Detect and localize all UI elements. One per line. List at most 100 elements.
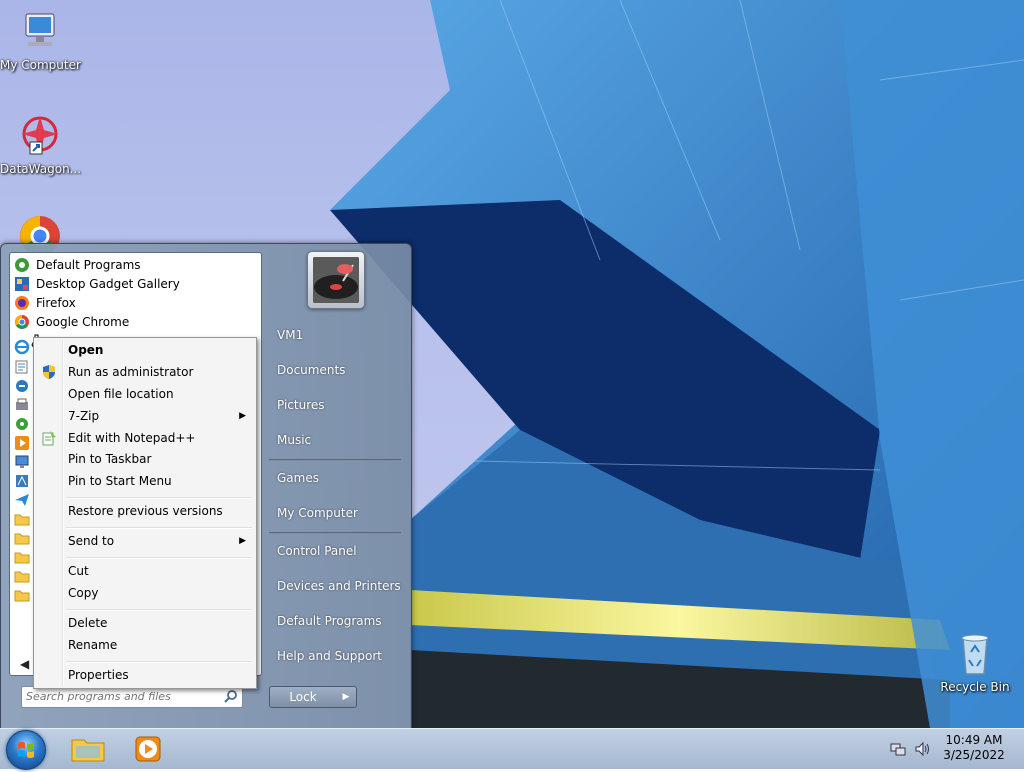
menu-item-label: Rename [68, 638, 118, 652]
separator [269, 532, 401, 534]
menu-separator [66, 527, 252, 529]
internet-explorer-icon[interactable] [14, 339, 30, 355]
start-item-music[interactable]: Music [269, 426, 413, 454]
context-menu: Open Run as administrator Open file loca… [33, 337, 257, 689]
menu-item-label: Run as administrator [68, 365, 194, 379]
menu-item-delete[interactable]: Delete [36, 612, 254, 634]
folder-icon[interactable] [14, 511, 30, 527]
submenu-arrow-icon: ▶ [239, 411, 246, 421]
media-player-icon [135, 736, 161, 762]
program-item-default-programs[interactable]: Default Programs [14, 255, 254, 274]
menu-item-cut[interactable]: Cut [36, 560, 254, 582]
start-item-my-computer[interactable]: My Computer [269, 499, 413, 527]
remote-desktop-icon[interactable] [14, 454, 30, 470]
menu-separator [66, 557, 252, 559]
folder-icon[interactable] [14, 549, 30, 565]
start-item-user[interactable]: VM1 [269, 321, 413, 349]
taskbar-media-player-button[interactable] [122, 732, 174, 766]
windows-update-icon[interactable] [14, 378, 30, 394]
shutdown-options-arrow[interactable]: ▶ [336, 686, 357, 708]
menu-item-restore-versions[interactable]: Restore previous versions [36, 500, 254, 522]
desktop-icon-datawagon[interactable]: DataWagon... [0, 112, 82, 176]
folder-icon[interactable] [14, 587, 30, 603]
menu-separator [66, 609, 252, 611]
media-player-icon[interactable] [14, 435, 30, 451]
folder-icon [71, 739, 105, 762]
menu-item-label: 7-Zip [68, 409, 100, 423]
start-item-control-panel[interactable]: Control Panel [269, 537, 413, 565]
notepad-icon[interactable] [14, 359, 30, 375]
menu-item-label: Properties [68, 668, 129, 682]
desktop-icon-my-computer[interactable]: My Computer [0, 8, 81, 72]
recycle-bin-icon [951, 630, 999, 678]
program-label: Firefox [36, 295, 76, 310]
folder-icon[interactable] [14, 568, 30, 584]
taskbar-explorer-button[interactable] [62, 732, 114, 766]
menu-item-properties[interactable]: Properties [36, 664, 254, 686]
menu-item-open-file-location[interactable]: Open file location [36, 383, 254, 405]
lock-button[interactable]: Lock [269, 686, 337, 708]
start-item-games[interactable]: Games [269, 464, 413, 492]
start-item-devices-printers[interactable]: Devices and Printers [269, 572, 413, 600]
start-item-help-support[interactable]: Help and Support [269, 642, 413, 670]
menu-item-label: Pin to Start Menu [68, 474, 172, 488]
program-icon[interactable] [14, 473, 30, 489]
turntable-icon [313, 257, 359, 303]
search-box[interactable] [21, 686, 243, 708]
program-label: Default Programs [36, 257, 141, 272]
folder-icon[interactable] [14, 530, 30, 546]
start-item-documents[interactable]: Documents [269, 356, 413, 384]
notepad-plus-icon [42, 431, 56, 446]
send-icon[interactable] [14, 492, 30, 508]
menu-item-label: Cut [68, 564, 89, 578]
windows-logo-icon [18, 742, 34, 758]
start-button[interactable] [6, 730, 46, 770]
menu-item-label: Open [68, 343, 104, 357]
menu-item-copy[interactable]: Copy [36, 582, 254, 604]
menu-item-7zip[interactable]: 7-Zip ▶ [36, 405, 254, 427]
firefox-icon [15, 295, 29, 310]
menu-separator [66, 661, 252, 663]
computer-icon [16, 8, 64, 56]
program-item-gadget-gallery[interactable]: Desktop Gadget Gallery [14, 274, 254, 293]
menu-item-pin-taskbar[interactable]: Pin to Taskbar [36, 448, 254, 470]
desktop-icon-label: Recycle Bin [940, 680, 1010, 694]
menu-separator [66, 497, 252, 499]
start-item-pictures[interactable]: Pictures [269, 391, 413, 419]
menu-item-rename[interactable]: Rename [36, 634, 254, 656]
taskbar-clock[interactable]: 10:49 AM 3/25/2022 [940, 733, 1008, 763]
program-item-firefox[interactable]: Firefox [14, 293, 254, 312]
taskbar: 10:49 AM 3/25/2022 [0, 728, 1024, 770]
menu-item-label: Open file location [68, 387, 174, 401]
menu-item-edit-notepad[interactable]: Edit with Notepad++ [36, 427, 254, 449]
desktop-icon-label: DataWagon... [0, 162, 82, 176]
submenu-arrow-icon: ▶ [239, 536, 246, 546]
user-picture[interactable] [307, 251, 365, 309]
program-item-chrome[interactable]: Google Chrome [14, 312, 254, 331]
datawagon-icon [16, 112, 64, 160]
menu-item-run-as-admin[interactable]: Run as administrator [36, 361, 254, 383]
back-button[interactable]: ◀ [20, 657, 29, 671]
menu-item-pin-start[interactable]: Pin to Start Menu [36, 470, 254, 492]
menu-item-label: Pin to Taskbar [68, 452, 152, 466]
menu-item-label: Copy [68, 586, 99, 600]
search-icon[interactable] [224, 689, 238, 703]
network-icon[interactable] [890, 741, 906, 757]
menu-item-label: Delete [68, 616, 108, 630]
search-input[interactable] [22, 687, 220, 705]
menu-item-label: Edit with Notepad++ [68, 431, 196, 445]
fax-scan-icon[interactable] [14, 397, 30, 413]
menu-item-open[interactable]: Open [36, 339, 254, 361]
separator [269, 459, 401, 461]
xps-viewer-icon[interactable] [14, 416, 30, 432]
default-programs-icon [15, 257, 29, 272]
start-item-default-programs[interactable]: Default Programs [269, 607, 413, 635]
gadget-gallery-icon [15, 276, 29, 291]
menu-item-send-to[interactable]: Send to ▶ [36, 530, 254, 552]
program-label: Google Chrome [36, 314, 130, 329]
menu-item-label: Send to [68, 534, 115, 548]
desktop-icon-recycle-bin[interactable]: Recycle Bin [935, 630, 1015, 694]
volume-icon[interactable] [914, 741, 930, 757]
menu-item-label: Restore previous versions [68, 504, 223, 518]
clock-time: 10:49 AM [945, 733, 1003, 747]
